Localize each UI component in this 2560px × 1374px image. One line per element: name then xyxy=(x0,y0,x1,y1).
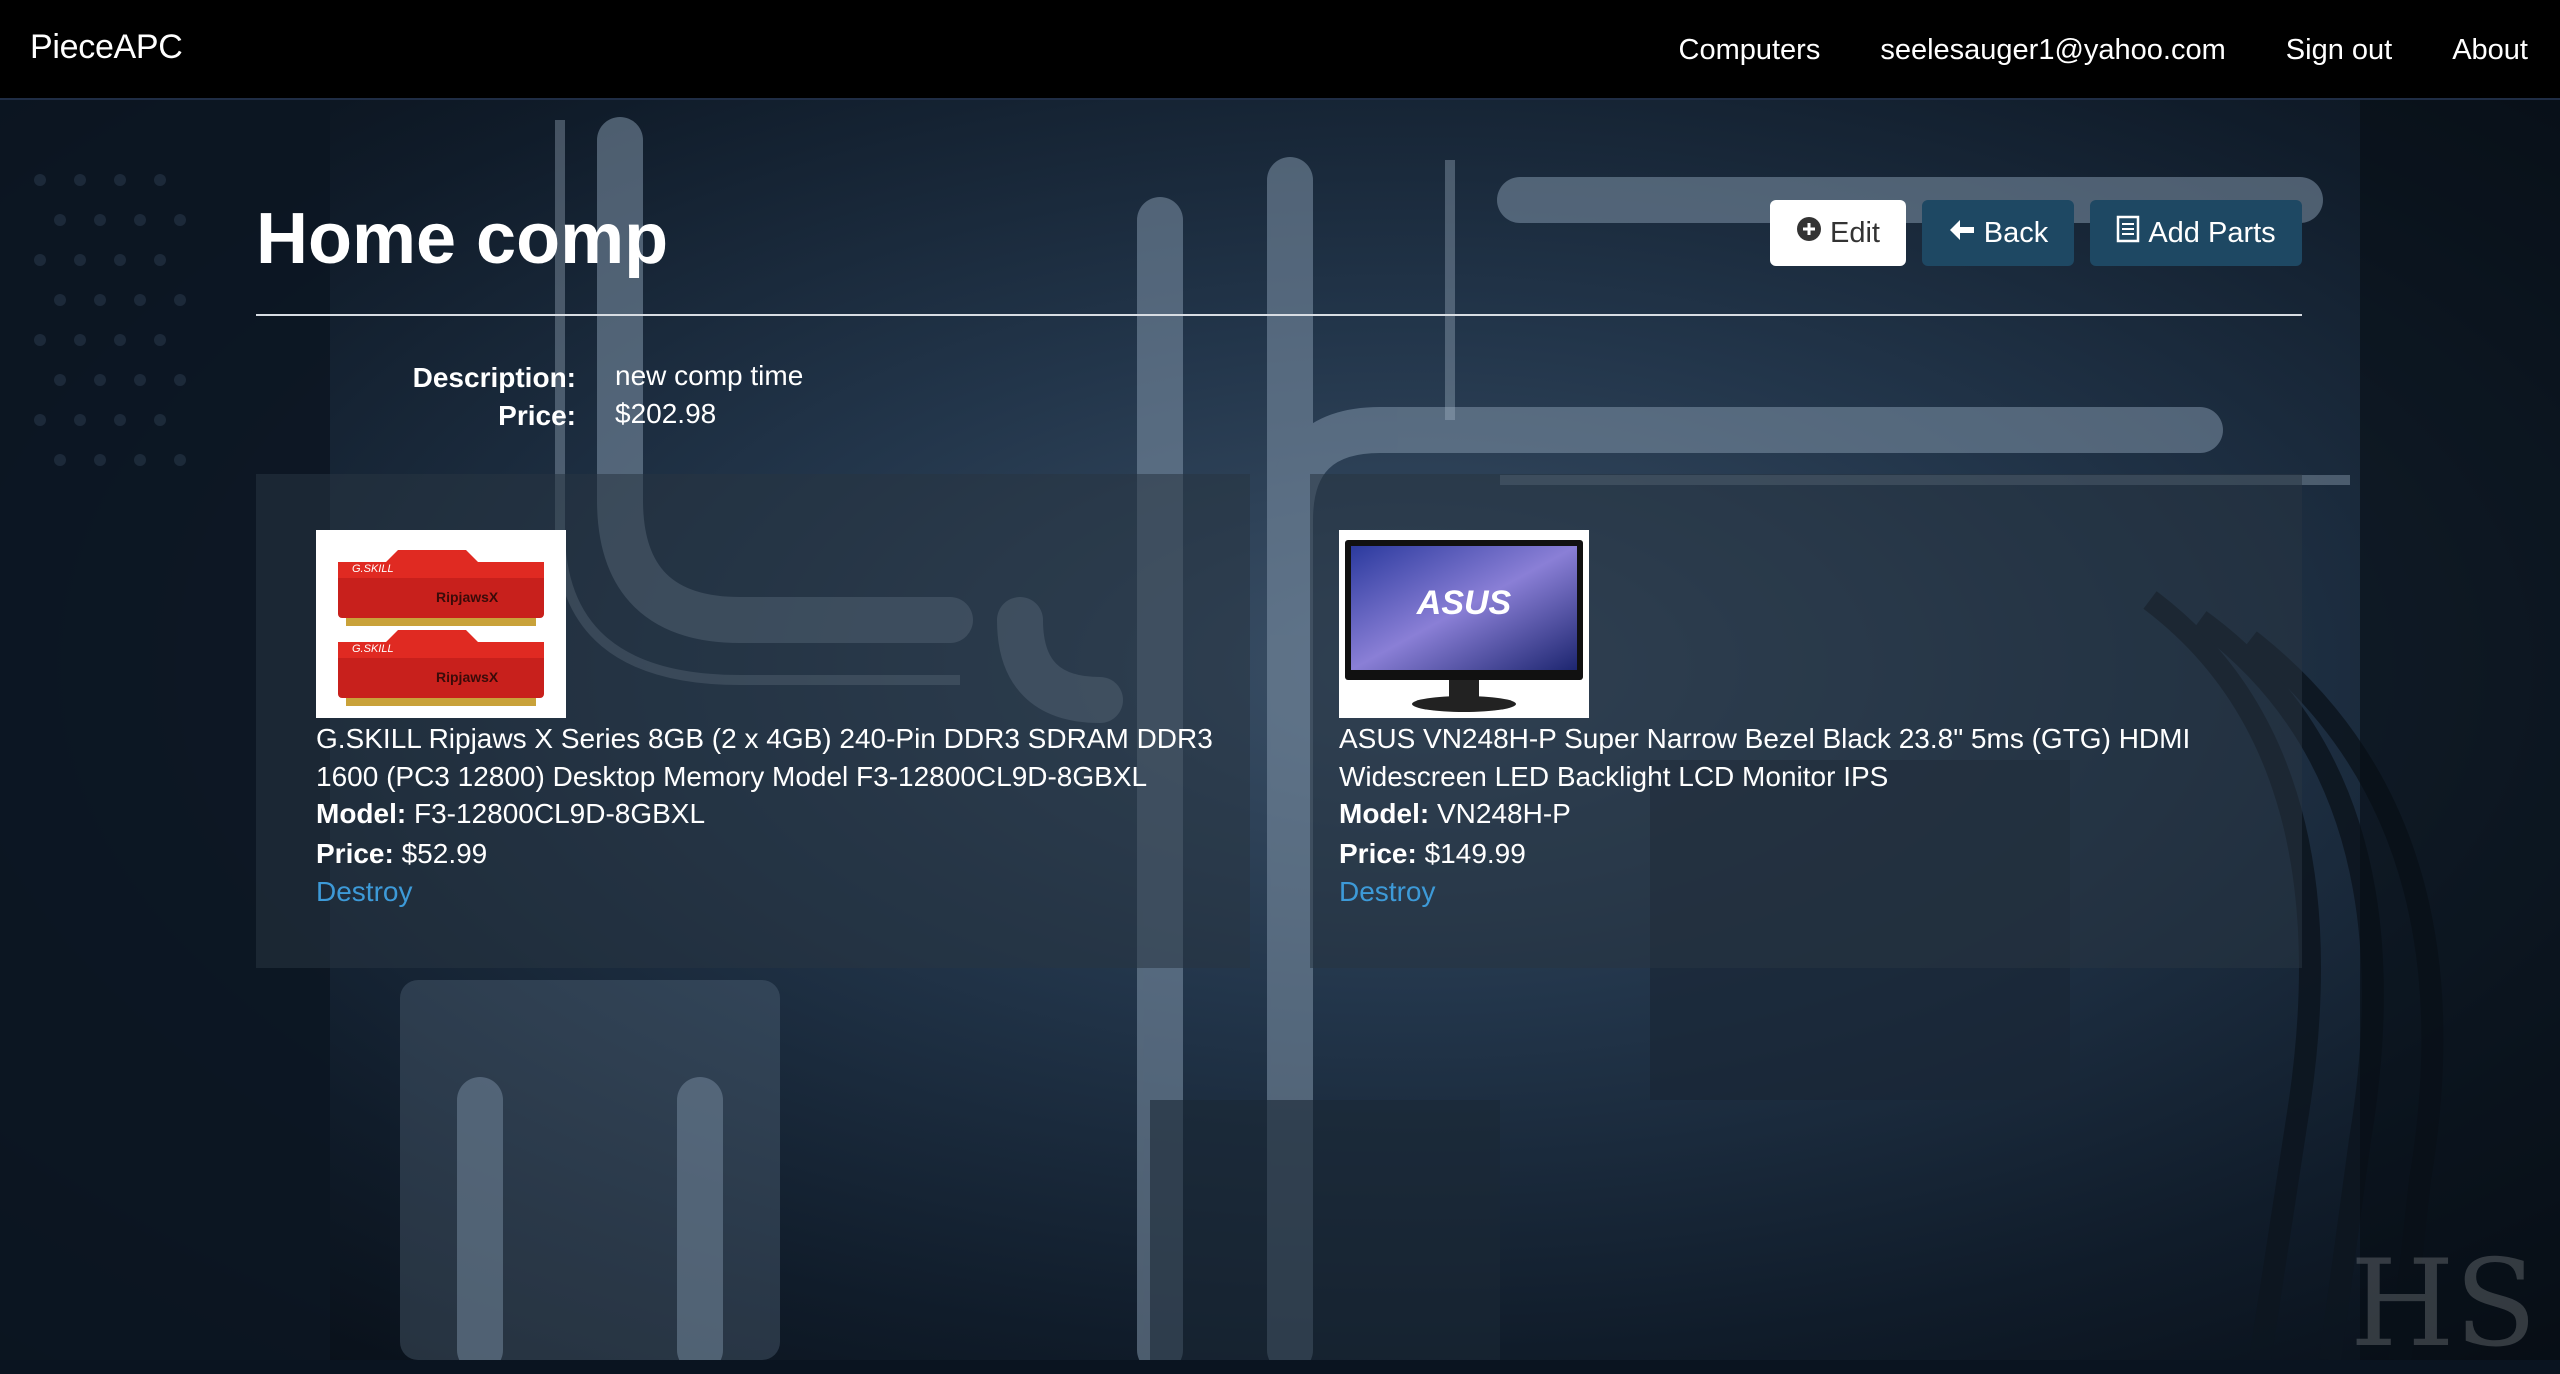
ram-sticks-image: G.SKILL RipjawsX G.SKILL RipjawsX xyxy=(316,530,566,718)
svg-text:RipjawsX: RipjawsX xyxy=(436,669,499,685)
add-parts-button-label: Add Parts xyxy=(2148,216,2276,249)
svg-text:ASUS: ASUS xyxy=(1416,584,1512,622)
edit-button[interactable]: Edit xyxy=(1770,200,1906,266)
part-price-value: $149.99 xyxy=(1424,838,1526,869)
part-model: Model: VN248H-P xyxy=(1339,798,1571,830)
part-model-label: Model: xyxy=(1339,798,1430,829)
top-navbar: PieceAPC Computers seelesauger1@yahoo.co… xyxy=(0,0,2560,100)
svg-text:G.SKILL: G.SKILL xyxy=(352,563,394,575)
nav-links: Computers seelesauger1@yahoo.com Sign ou… xyxy=(1679,0,2560,100)
part-price: Price: $52.99 xyxy=(316,838,487,870)
part-title: ASUS VN248H-P Super Narrow Bezel Black 2… xyxy=(1339,723,2191,792)
brand-logo[interactable]: PieceAPC xyxy=(30,28,183,67)
nav-link-sign-out[interactable]: Sign out xyxy=(2286,34,2392,67)
part-title: G.SKILL Ripjaws X Series 8GB (2 x 4GB) 2… xyxy=(316,723,1213,792)
part-price-label: Price: xyxy=(316,838,394,869)
destroy-part-link[interactable]: Destroy xyxy=(316,876,412,908)
description-label: Description: xyxy=(412,362,576,393)
nav-link-computers[interactable]: Computers xyxy=(1679,34,1821,67)
part-model: Model: F3-12800CL9D-8GBXL xyxy=(316,798,705,830)
nav-link-about[interactable]: About xyxy=(2452,34,2528,67)
nav-link-user-email[interactable]: seelesauger1@yahoo.com xyxy=(1880,34,2225,67)
price-label: Price: xyxy=(498,400,576,431)
edit-button-label: Edit xyxy=(1830,216,1880,249)
part-model-label: Model: xyxy=(316,798,407,829)
description-value: new comp time xyxy=(615,360,804,391)
back-button[interactable]: Back xyxy=(1922,200,2074,266)
part-price-value: $52.99 xyxy=(401,838,488,869)
svg-text:RipjawsX: RipjawsX xyxy=(436,589,499,605)
watermark-logo: HS xyxy=(2350,1235,2537,1374)
destroy-part-link[interactable]: Destroy xyxy=(1339,876,1435,908)
part-price: Price: $149.99 xyxy=(1339,838,1526,870)
arrow-left-icon xyxy=(1948,217,1976,250)
header-divider xyxy=(256,314,2302,316)
back-button-label: Back xyxy=(1983,216,2049,249)
plus-circle-icon xyxy=(1796,216,1822,250)
part-model-value: VN248H-P xyxy=(1437,798,1571,829)
part-model-value: F3-12800CL9D-8GBXL xyxy=(414,798,706,829)
price-value: $202.98 xyxy=(615,398,717,429)
monitor-image: ASUS xyxy=(1339,530,1589,718)
part-price-label: Price: xyxy=(1339,838,1417,869)
list-document-icon xyxy=(2116,215,2140,251)
svg-text:G.SKILL: G.SKILL xyxy=(352,643,394,655)
add-parts-button[interactable]: Add Parts xyxy=(2090,200,2302,266)
page-title: Home comp xyxy=(256,199,669,279)
